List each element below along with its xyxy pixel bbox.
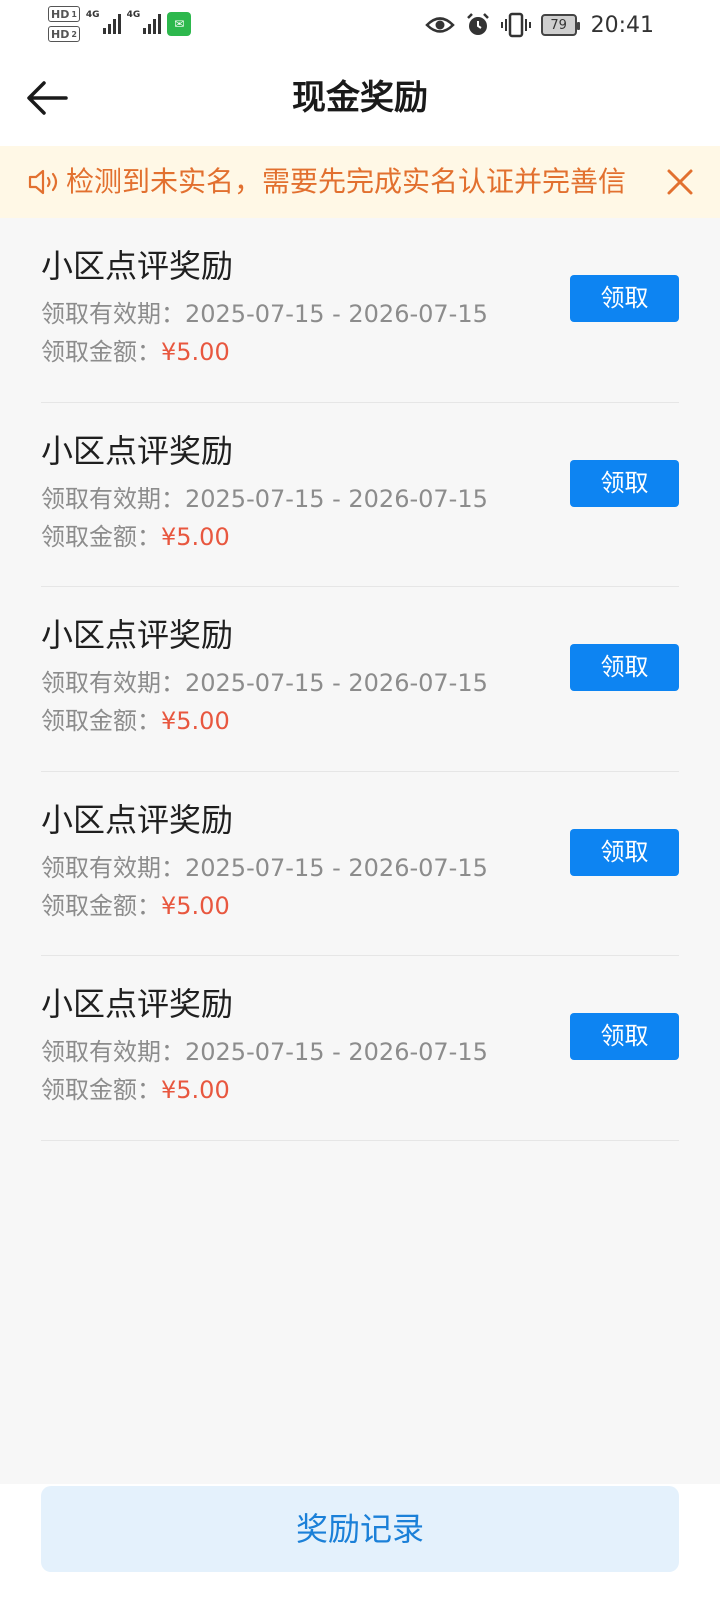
reward-amount: 领取金额：¥5.00 <box>41 705 230 737</box>
reward-item: 小区点评奖励 领取有效期：2025-07-15 - 2026-07-15 领取金… <box>41 587 679 772</box>
reward-period-value: 2025-07-15 - 2026-07-15 <box>185 484 488 513</box>
reward-item: 小区点评奖励 领取有效期：2025-07-15 - 2026-07-15 领取金… <box>41 218 679 403</box>
reward-period-label: 领取有效期： <box>41 300 185 328</box>
hd-badge-1: HD 1 <box>48 6 80 22</box>
reward-amount-label: 领取金额： <box>41 707 161 735</box>
reward-title: 小区点评奖励 <box>41 800 234 839</box>
network-1-label: 4G <box>85 10 100 20</box>
reward-title: 小区点评奖励 <box>41 985 234 1023</box>
network-2-label: 4G <box>126 10 141 20</box>
status-bar-right: 79 20:41 <box>424 10 654 40</box>
reward-period-value: 2025-07-15 - 2026-07-15 <box>185 300 488 328</box>
reward-title: 小区点评奖励 <box>41 616 234 654</box>
reward-records-button[interactable]: 奖励记录 <box>41 1486 679 1572</box>
reward-amount-value: ¥5.00 <box>161 522 230 551</box>
battery-icon: 79 <box>540 14 580 36</box>
battery-level: 79 <box>550 17 567 33</box>
reward-amount-label: 领取金额： <box>41 1076 161 1104</box>
claim-button[interactable]: 领取 <box>570 275 679 322</box>
alarm-icon <box>466 13 489 35</box>
reward-item: 小区点评奖励 领取有效期：2025-07-15 - 2026-07-15 领取金… <box>41 403 679 587</box>
reward-amount: 领取金额：¥5.00 <box>41 1074 230 1106</box>
app-header: 现金奖励 <box>0 50 720 146</box>
signal-2-icon: 4G <box>127 10 162 34</box>
claim-button[interactable]: 领取 <box>570 828 679 876</box>
eye-icon <box>424 17 455 33</box>
signal-1-icon: 4G <box>86 10 121 34</box>
reward-period: 领取有效期：2025-07-15 - 2026-07-15 <box>41 667 488 699</box>
hd-badge-1-sub: 1 <box>71 9 77 19</box>
reward-amount-value: ¥5.00 <box>161 338 230 366</box>
reward-period-value: 2025-07-15 - 2026-07-15 <box>185 669 488 697</box>
reward-period: 领取有效期：2025-07-15 - 2026-07-15 <box>41 483 488 515</box>
reward-amount: 领取金额：¥5.00 <box>41 890 230 922</box>
hd-badge-2-sub: 2 <box>71 29 77 39</box>
reward-amount-value: ¥5.00 <box>161 1076 230 1104</box>
notice-text: 检测到未实名，需要先完成实名认证并完善信 <box>66 165 627 198</box>
app-notification-icon: ✉ <box>167 12 192 36</box>
reward-period-value: 2025-07-15 - 2026-07-15 <box>185 1038 488 1066</box>
reward-amount: 领取金额：¥5.00 <box>41 521 230 553</box>
speaker-icon <box>28 169 58 195</box>
status-bar-left: HD 1 HD 2 4G 4G ✉ <box>48 6 192 46</box>
reward-title: 小区点评奖励 <box>41 247 234 285</box>
reward-period-label: 领取有效期： <box>41 669 185 697</box>
reward-period: 领取有效期：2025-07-15 - 2026-07-15 <box>41 852 488 884</box>
reward-amount: 领取金额：¥5.00 <box>41 336 230 368</box>
reward-period-label: 领取有效期： <box>41 484 185 513</box>
reward-amount-label: 领取金额： <box>41 522 161 551</box>
hd-badge-1-label: HD <box>51 7 70 21</box>
close-icon[interactable] <box>664 166 696 198</box>
claim-button[interactable]: 领取 <box>570 644 679 691</box>
reward-period-label: 领取有效期： <box>41 1038 185 1066</box>
claim-button[interactable]: 领取 <box>570 1013 679 1060</box>
clock: 20:41 <box>590 12 654 38</box>
reward-period: 领取有效期：2025-07-15 - 2026-07-15 <box>41 298 488 330</box>
reward-amount-value: ¥5.00 <box>161 707 230 735</box>
claim-button[interactable]: 领取 <box>570 459 679 507</box>
reward-amount-label: 领取金额： <box>41 338 161 366</box>
notice-banner[interactable]: 检测到未实名，需要先完成实名认证并完善信 <box>0 146 720 218</box>
reward-period-value: 2025-07-15 - 2026-07-15 <box>185 853 488 882</box>
hd-badge-2-label: HD <box>51 27 70 41</box>
reward-period: 领取有效期：2025-07-15 - 2026-07-15 <box>41 1036 488 1068</box>
status-bar: HD 1 HD 2 4G 4G ✉ 79 20:41 <box>0 0 720 50</box>
reward-period-label: 领取有效期： <box>41 853 185 882</box>
page-title: 现金奖励 <box>292 78 428 118</box>
reward-list: 小区点评奖励 领取有效期：2025-07-15 - 2026-07-15 领取金… <box>0 218 720 1141</box>
reward-amount-value: ¥5.00 <box>161 891 230 920</box>
vibrate-icon <box>500 12 531 38</box>
reward-item: 小区点评奖励 领取有效期：2025-07-15 - 2026-07-15 领取金… <box>41 772 679 956</box>
bottom-bar: 奖励记录 <box>0 1484 720 1600</box>
hd-badges: HD 1 HD 2 <box>48 6 80 42</box>
reward-amount-label: 领取金额： <box>41 891 161 920</box>
reward-item: 小区点评奖励 领取有效期：2025-07-15 - 2026-07-15 领取金… <box>41 956 679 1141</box>
reward-title: 小区点评奖励 <box>41 431 234 470</box>
hd-badge-2: HD 2 <box>48 26 80 42</box>
